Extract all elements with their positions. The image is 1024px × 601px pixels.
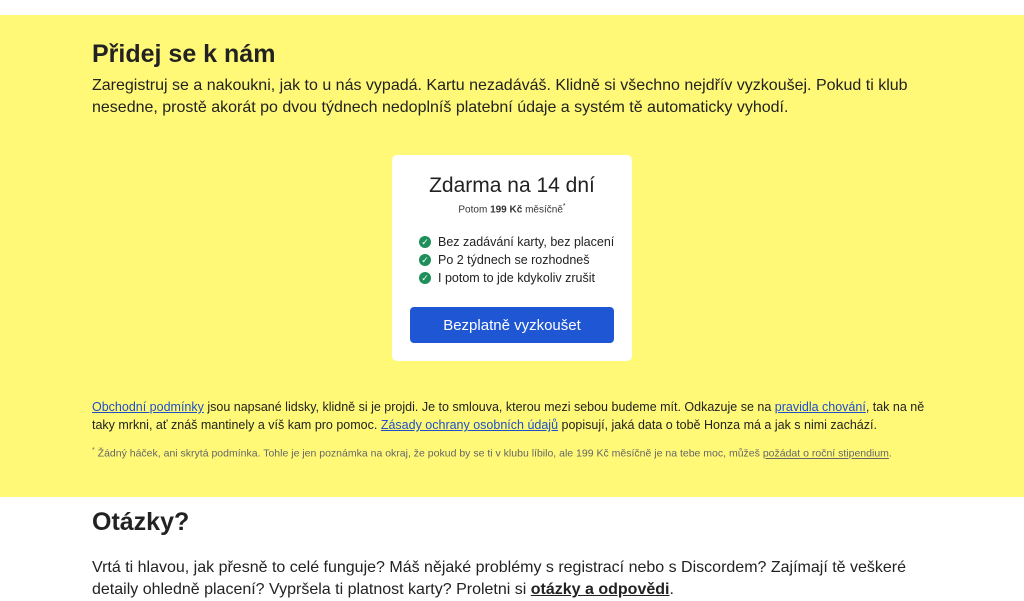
join-intro: Zaregistruj se a nakoukni, jak to u nás … [92, 77, 908, 116]
privacy-link[interactable]: Zásady ochrany osobních údajů [381, 418, 558, 432]
legal-text-1: jsou napsané lidsky, klidně si je projdi… [203, 400, 775, 414]
footnote-end: . [888, 447, 892, 460]
pricing-card: Zdarma na 14 dní Potom 199 Kč měsíčně* ✓… [392, 155, 632, 361]
terms-link[interactable]: Obchodní podmínky [92, 400, 204, 414]
footnote: * Žádný háček, ani skrytá podmínka. Tohl… [92, 447, 932, 460]
join-section: Přidej se k nám Zaregistruj se a nakoukn… [0, 15, 1024, 497]
footnote-text: Žádný háček, ani skrytá podmínka. Tohle … [94, 447, 763, 460]
free-trial-button[interactable]: Bezplatně vyzkoušet [410, 307, 614, 343]
feature-item: ✓ Bez zadávání karty, bez placení [419, 233, 614, 251]
card-price: Potom 199 Kč měsíčně* [392, 203, 632, 215]
questions-title: Otázky? [92, 508, 190, 536]
top-spacer [0, 0, 1024, 15]
questions-text: Vrtá ti hlavou, jak přesně to celé fungu… [92, 557, 932, 601]
feature-label: Po 2 týdnech se rozhodneš [438, 253, 590, 267]
questions-end: . [669, 581, 674, 598]
check-circle-icon: ✓ [419, 254, 431, 266]
feature-label: Bez zadávání karty, bez placení [438, 235, 615, 249]
card-title: Zdarma na 14 dní [429, 174, 595, 197]
scholarship-link[interactable]: požádat o roční stipendium [763, 448, 889, 460]
price-amount: 199 Kč [490, 204, 523, 216]
price-suffix: měsíčně [522, 204, 563, 216]
feature-list: ✓ Bez zadávání karty, bez placení ✓ Po 2 t… [419, 233, 614, 287]
price-prefix: Potom [458, 204, 491, 216]
questions-section: Otázky? Vrtá ti hlavou, jak přesně to ce… [0, 497, 1024, 598]
feature-item: ✓ Po 2 týdnech se rozhodneš [419, 251, 614, 269]
price-footnote-mark: * [562, 203, 566, 210]
legal-text: Obchodní podmínky jsou napsané lidsky, k… [92, 398, 932, 434]
faq-link[interactable]: otázky a odpovědi [531, 581, 670, 598]
legal-text-3: popisují, jaká data o tobě Honza má a ja… [558, 418, 877, 432]
feature-item: ✓ I potom to jde kdykoliv zrušit [419, 269, 614, 287]
check-circle-icon: ✓ [419, 236, 431, 248]
rules-link[interactable]: pravidla chování [775, 400, 866, 414]
join-title: Přidej se k nám [92, 40, 276, 68]
questions-body: Vrtá ti hlavou, jak přesně to celé fungu… [92, 559, 907, 598]
check-circle-icon: ✓ [419, 272, 431, 284]
feature-label: I potom to jde kdykoliv zrušit [438, 271, 596, 285]
